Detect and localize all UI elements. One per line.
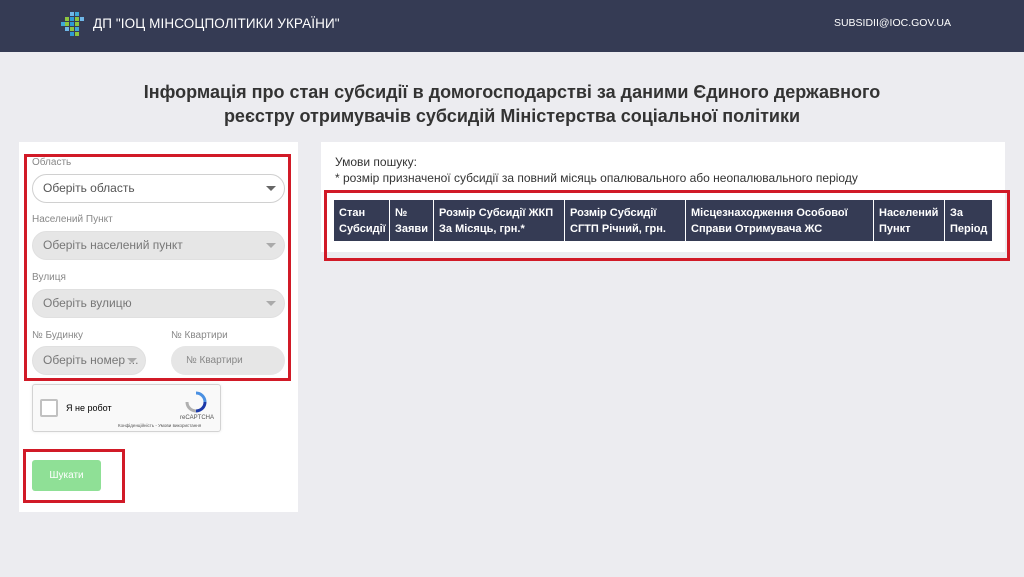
page-title-line2: реєстру отримувачів субсидій Міністерств… — [223, 106, 801, 126]
contact-email[interactable]: SUBSIDII@IOC.GOV.UA — [834, 17, 951, 29]
button-highlight-box — [23, 449, 125, 503]
search-conditions-note: * розмір призначеної субсидії за повний … — [335, 171, 858, 185]
recaptcha-privacy-links[interactable]: Конфіденційність - Умови використання — [118, 423, 201, 428]
top-bar: ДП "ІОЦ МІНСОЦПОЛІТИКИ УКРАЇНИ" SUBSIDII… — [0, 0, 1024, 52]
page-title: Інформація про стан субсидії в домогоспо… — [0, 80, 1024, 128]
recaptcha-label: Я не робот — [66, 403, 112, 413]
search-conditions: Умови пошуку: * розмір призначеної субси… — [335, 154, 858, 186]
recaptcha-checkbox[interactable] — [40, 399, 58, 417]
recaptcha-widget: Я не робот reCAPTCHA Конфіденційність - … — [32, 384, 221, 432]
form-highlight-box — [24, 154, 291, 381]
brand-name[interactable]: ДП "ІОЦ МІНСОЦПОЛІТИКИ УКРАЇНИ" — [93, 16, 340, 31]
pixel-grid-logo-icon — [61, 12, 84, 36]
search-conditions-title: Умови пошуку: — [335, 155, 417, 169]
recaptcha-brand: reCAPTCHA — [180, 415, 215, 421]
recaptcha-logo-icon — [185, 391, 207, 413]
page-title-line1: Інформація про стан субсидії в домогоспо… — [143, 82, 881, 102]
table-highlight-box — [324, 190, 1010, 261]
